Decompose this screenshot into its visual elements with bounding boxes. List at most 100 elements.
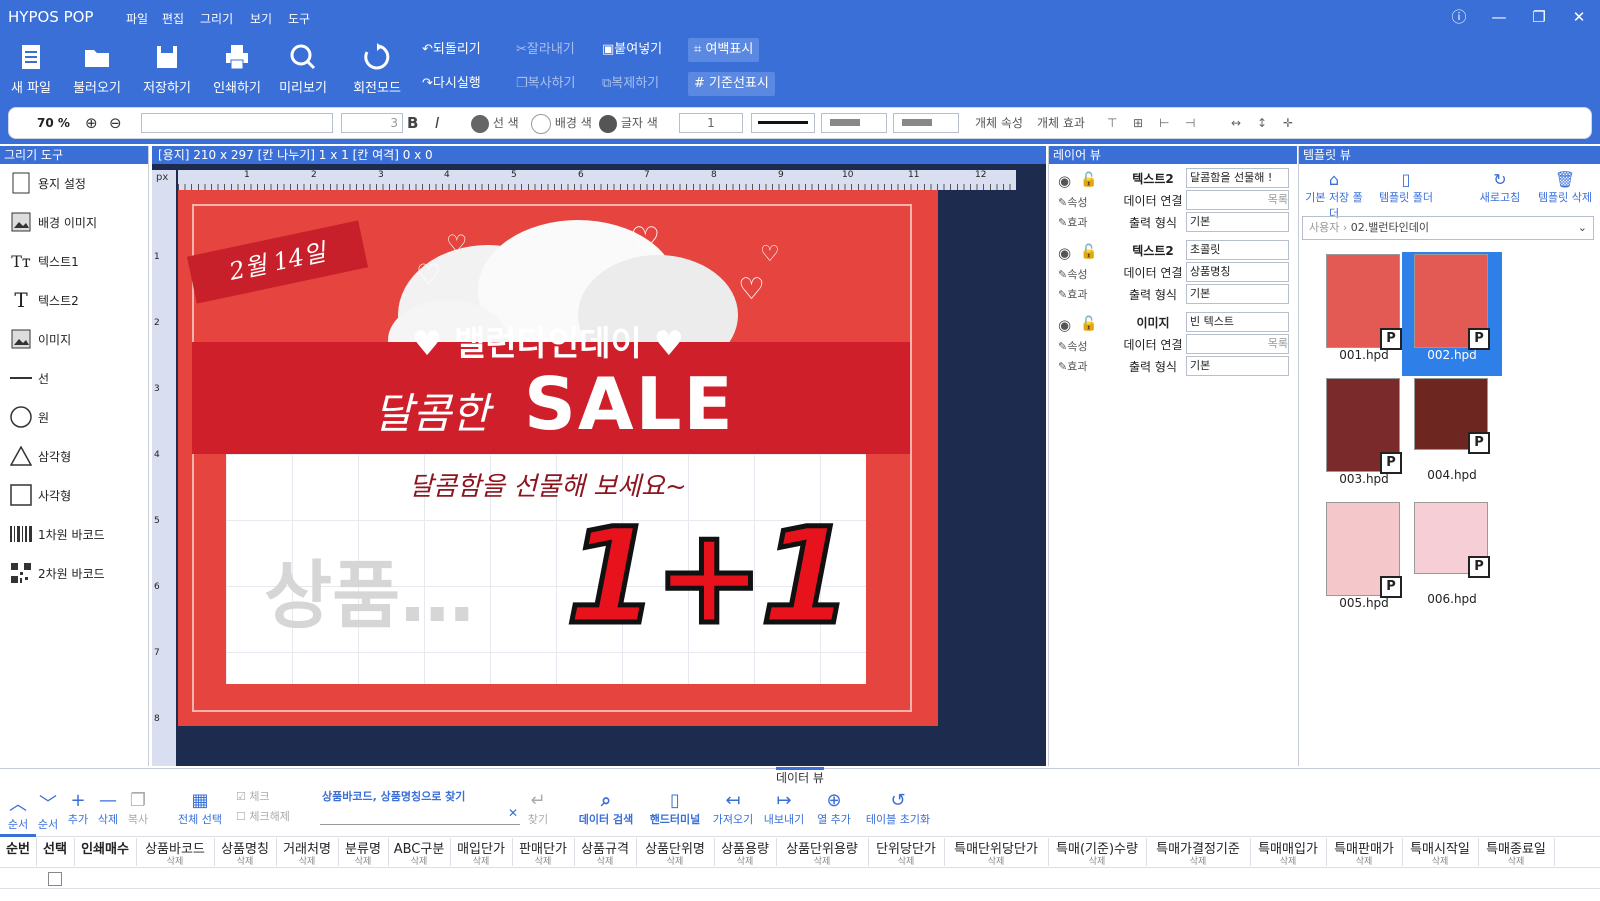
layer-prop-button[interactable]: ✎속성 bbox=[1058, 338, 1087, 354]
text-color-button[interactable]: 글자 색 bbox=[599, 113, 658, 133]
tool-triangle[interactable]: 삼각형 bbox=[10, 439, 71, 473]
column-header[interactable]: 특매(기준)수량 삭제 bbox=[1048, 838, 1147, 867]
tool-text1[interactable]: Tт 텍스트1 bbox=[10, 244, 79, 278]
lock-icon[interactable]: 🔓 bbox=[1080, 244, 1097, 260]
template-item[interactable]: P 003.hpd bbox=[1316, 378, 1412, 498]
lock-icon[interactable]: 🔓 bbox=[1080, 172, 1097, 188]
layer-row[interactable]: ◉ 🔓 이미지 빈 텍스트 ✎속성 데이터 연결 목록 ✎효과 출력 형식 기본 bbox=[1054, 312, 1290, 382]
font-family-select[interactable] bbox=[141, 113, 333, 133]
column-header[interactable]: 단위당단가 삭제 bbox=[868, 838, 945, 867]
menu-draw[interactable]: 그리기 bbox=[200, 10, 233, 27]
column-header[interactable]: 분류명 삭제 bbox=[338, 838, 389, 867]
align-top-icon[interactable]: ⊤ bbox=[1107, 113, 1117, 133]
new-file-button[interactable]: 새 파일 bbox=[0, 36, 62, 102]
column-header[interactable]: 특매가결정기준 삭제 bbox=[1146, 838, 1251, 867]
tool-rectangle[interactable]: 사각형 bbox=[10, 478, 71, 512]
zoom-out-icon[interactable]: ⊖ bbox=[109, 113, 122, 133]
layer-prop-button[interactable]: ✎속성 bbox=[1058, 194, 1087, 210]
layer-effect-button[interactable]: ✎효과 bbox=[1058, 286, 1087, 302]
margin-toggle-button[interactable]: ⌗ 여백표시 bbox=[688, 38, 760, 62]
column-header[interactable]: 특매시작일 삭제 bbox=[1402, 838, 1479, 867]
clear-icon[interactable]: ✕ bbox=[508, 806, 518, 820]
undo-button[interactable]: ↶되돌리기 bbox=[422, 38, 481, 62]
column-header[interactable]: 상품바코드 삭제 bbox=[136, 838, 215, 867]
tool-image[interactable]: 이미지 bbox=[10, 322, 71, 356]
tool-circle[interactable]: 원 bbox=[10, 400, 49, 434]
eye-icon[interactable]: ◉ bbox=[1058, 244, 1071, 262]
line-style-select[interactable] bbox=[751, 113, 815, 133]
tool-text2[interactable]: T 텍스트2 bbox=[10, 283, 78, 317]
layer-link-field[interactable]: 목록 bbox=[1186, 334, 1289, 354]
layer-link-field[interactable]: 목록 bbox=[1186, 190, 1289, 210]
select-all-button[interactable]: ▦ 전체 선택 bbox=[172, 790, 228, 827]
preview-button[interactable]: 미리보기 bbox=[272, 36, 334, 102]
guide-toggle-button[interactable]: # 기준선표시 bbox=[688, 72, 775, 96]
template-item[interactable]: P 006.hpd bbox=[1404, 502, 1500, 622]
lock-icon[interactable]: 🔓 bbox=[1080, 316, 1097, 332]
bold-icon[interactable]: B bbox=[407, 113, 418, 133]
add-column-button[interactable]: ⊕ 열 추가 bbox=[812, 790, 856, 827]
export-button[interactable]: ↦ 내보내기 bbox=[758, 790, 810, 827]
column-header[interactable]: 거래처명 삭제 bbox=[276, 838, 339, 867]
tool-bg-image[interactable]: 배경 이미지 bbox=[10, 205, 97, 239]
eye-icon[interactable]: ◉ bbox=[1058, 316, 1071, 334]
zoom-level[interactable]: 70 % bbox=[37, 113, 70, 133]
menu-view[interactable]: 보기 bbox=[250, 10, 272, 27]
open-button[interactable]: 불러오기 bbox=[66, 36, 128, 102]
template-item-selected[interactable]: P 002.hpd bbox=[1402, 252, 1502, 376]
column-header[interactable]: 매입단가 삭제 bbox=[450, 838, 513, 867]
layer-value-field[interactable]: 초콜릿 bbox=[1186, 240, 1289, 260]
template-item[interactable]: P 001.hpd bbox=[1316, 254, 1412, 374]
center-icon[interactable]: ✛ bbox=[1283, 113, 1293, 133]
column-header[interactable]: 상품명칭 삭제 bbox=[214, 838, 277, 867]
template-item[interactable]: P 005.hpd bbox=[1316, 502, 1412, 622]
column-header[interactable]: 상품규격 삭제 bbox=[574, 838, 637, 867]
default-folder-button[interactable]: ⌂ 기본 저장 폴더 bbox=[1302, 170, 1366, 221]
column-header[interactable]: 특매단위당단가 삭제 bbox=[944, 838, 1049, 867]
column-header[interactable]: 인쇄매수 bbox=[74, 838, 137, 866]
layer-value-field[interactable]: 달콤함을 선물해 ! bbox=[1186, 168, 1289, 188]
fill-pattern-select[interactable] bbox=[893, 113, 959, 133]
column-header[interactable]: 선택 bbox=[36, 838, 75, 866]
restore-icon[interactable]: ❐ bbox=[1525, 6, 1553, 28]
column-header[interactable]: 특매판매가 삭제 bbox=[1326, 838, 1403, 867]
print-button[interactable]: 인쇄하기 bbox=[206, 36, 268, 102]
layer-effect-button[interactable]: ✎효과 bbox=[1058, 214, 1087, 230]
align-right-icon[interactable]: ⊣ bbox=[1185, 113, 1195, 133]
reset-table-button[interactable]: ↺ 테이블 초기화 bbox=[858, 790, 938, 827]
tool-barcode-1d[interactable]: 1차원 바코드 bbox=[10, 517, 105, 551]
line-pattern-select[interactable] bbox=[821, 113, 887, 133]
tool-line[interactable]: 선 bbox=[10, 361, 49, 395]
paste-button[interactable]: ▣붙여넣기 bbox=[602, 38, 662, 62]
layer-row[interactable]: ◉ 🔓 텍스트2 초콜릿 ✎속성 데이터 연결 상품명칭 ✎효과 출력 형식 기… bbox=[1054, 240, 1290, 310]
column-header[interactable]: 상품단위용량 삭제 bbox=[776, 838, 869, 867]
table-row[interactable] bbox=[0, 868, 1600, 889]
uncheck-button[interactable]: ☐ 체크해제 bbox=[236, 808, 290, 824]
layer-format-select[interactable]: 기본 bbox=[1186, 284, 1289, 304]
distribute-vertical-icon[interactable]: ↕ bbox=[1257, 113, 1267, 133]
layer-format-select[interactable]: 기본 bbox=[1186, 356, 1289, 376]
object-effect-button[interactable]: 개체 효과 bbox=[1037, 113, 1085, 133]
menu-tools[interactable]: 도구 bbox=[288, 10, 310, 27]
tool-barcode-2d[interactable]: 2차원 바코드 bbox=[10, 556, 105, 590]
cut-button[interactable]: ✂잘라내기 bbox=[516, 38, 575, 62]
refresh-button[interactable]: ↻ 새로고침 bbox=[1472, 170, 1528, 205]
row-checkbox[interactable] bbox=[48, 872, 62, 886]
column-header[interactable]: 상품용량 삭제 bbox=[714, 838, 777, 867]
italic-icon[interactable]: I bbox=[435, 113, 439, 133]
template-item[interactable]: P 004.hpd bbox=[1404, 378, 1500, 498]
poster[interactable]: ♡ ♡ ♡ ♡ ♡ 2월 14일 ♥ 밸런타인데이 ♥ 달콤한 SALE 달콤함… bbox=[178, 190, 938, 726]
column-header[interactable]: 특매매입가 삭제 bbox=[1250, 838, 1327, 867]
data-search-button[interactable]: ⌕ 데이터 검색 bbox=[576, 790, 636, 827]
column-header[interactable]: 상품단위명 삭제 bbox=[636, 838, 715, 867]
save-button[interactable]: 저장하기 bbox=[136, 36, 198, 102]
rotate-mode-button[interactable]: 회전모드 bbox=[346, 36, 408, 102]
delete-template-button[interactable]: 🗑 템플릿 삭제 bbox=[1534, 170, 1596, 205]
column-header[interactable]: 판매단가 삭제 bbox=[512, 838, 575, 867]
layer-value-field[interactable]: 빈 텍스트 bbox=[1186, 312, 1289, 332]
font-size-input[interactable]: 3 bbox=[341, 113, 403, 133]
menu-edit[interactable]: 편집 bbox=[162, 10, 184, 27]
column-header[interactable]: ABC구분 삭제 bbox=[388, 838, 451, 867]
align-middle-icon[interactable]: ⊞ bbox=[1133, 113, 1143, 133]
template-folder-button[interactable]: ▯ 템플릿 폴더 bbox=[1374, 170, 1438, 205]
